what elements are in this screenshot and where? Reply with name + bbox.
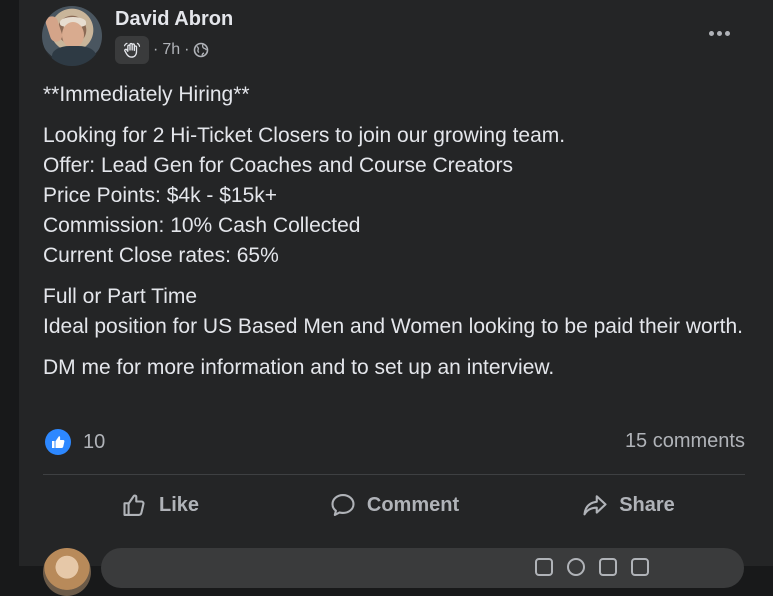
detail-line: Commission: 10% Cash Collected bbox=[43, 214, 361, 237]
more-dot bbox=[708, 30, 714, 36]
detail-line: Current Close rates: 65% bbox=[43, 244, 279, 267]
like-button[interactable]: Like bbox=[43, 483, 277, 527]
post-card: David Abron · 7h · **Immediately Hiring*… bbox=[19, 0, 773, 596]
emoji-icon[interactable] bbox=[567, 558, 585, 576]
author-name[interactable]: David Abron bbox=[115, 8, 233, 31]
avatar-shirt bbox=[52, 46, 96, 66]
viewer-avatar[interactable] bbox=[43, 548, 91, 596]
more-dot bbox=[716, 30, 722, 36]
author-avatar[interactable] bbox=[42, 6, 102, 66]
post-timestamp[interactable]: 7h bbox=[162, 41, 180, 59]
detail-line: Price Points: $4k - $15k+ bbox=[43, 184, 278, 207]
like-label: Like bbox=[158, 493, 200, 516]
gif-icon[interactable] bbox=[631, 558, 649, 576]
thumbs-up-icon bbox=[123, 494, 145, 516]
meta-separator-2: · bbox=[184, 41, 190, 58]
post-body: **Immediately Hiring** Looking for 2 Hi-… bbox=[43, 80, 743, 394]
sticker-icon[interactable] bbox=[535, 558, 553, 576]
share-arrow-icon bbox=[583, 495, 607, 516]
camera-icon[interactable] bbox=[599, 558, 617, 576]
post-cta: DM me for more information and to set up… bbox=[43, 356, 555, 379]
share-button[interactable]: Share bbox=[511, 483, 745, 527]
post-meta: · 7h · bbox=[115, 36, 209, 64]
post-actions: Like Comment Share bbox=[43, 483, 745, 527]
reactions-summary[interactable]: 10 bbox=[45, 428, 105, 456]
like-icon bbox=[45, 429, 71, 455]
share-label: Share bbox=[619, 493, 675, 516]
detail-line: Offer: Lead Gen for Coaches and Course C… bbox=[43, 154, 514, 177]
comment-button[interactable]: Comment bbox=[277, 483, 511, 527]
avatar-face bbox=[62, 22, 84, 48]
reaction-count[interactable]: 10 bbox=[83, 431, 105, 454]
wave-hand-icon[interactable] bbox=[115, 36, 149, 64]
post-headline: **Immediately Hiring** bbox=[43, 83, 250, 106]
post-availability: Full or Part Time Ideal position for US … bbox=[43, 282, 743, 342]
detail-line: Looking for 2 Hi-Ticket Closers to join … bbox=[43, 124, 566, 147]
meta-separator: · bbox=[153, 41, 159, 58]
page-background bbox=[0, 0, 19, 566]
composer-tools bbox=[535, 558, 649, 576]
comment-label: Comment bbox=[366, 493, 460, 516]
more-options-button[interactable] bbox=[701, 18, 737, 48]
availability-line: Ideal position for US Based Men and Wome… bbox=[43, 315, 744, 338]
comments-count[interactable]: 15 comments bbox=[625, 430, 745, 453]
post-details: Looking for 2 Hi-Ticket Closers to join … bbox=[43, 121, 743, 271]
comment-bubble-icon bbox=[331, 494, 355, 516]
availability-line: Full or Part Time bbox=[43, 285, 198, 308]
globe-icon[interactable] bbox=[193, 42, 209, 58]
more-dot bbox=[724, 30, 730, 36]
actions-divider bbox=[43, 474, 745, 475]
